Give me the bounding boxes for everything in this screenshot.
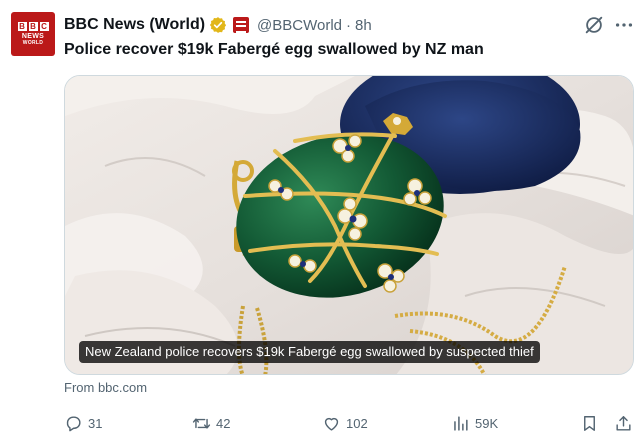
tweet-card[interactable]: B B C NEWS WORLD BBC News (World) @BBCWo…	[0, 0, 643, 444]
avatar[interactable]: B B C NEWS WORLD	[11, 12, 55, 56]
display-name[interactable]: BBC News (World)	[64, 16, 205, 34]
more-icon[interactable]	[613, 14, 635, 36]
media-caption[interactable]: New Zealand police recovers $19k Fabergé…	[79, 341, 540, 363]
logo-world-text: WORLD	[22, 40, 44, 46]
like-button[interactable]: 102	[322, 410, 368, 436]
logo-news-text: NEWS	[21, 33, 45, 40]
repost-count: 42	[216, 415, 231, 431]
logo-letter: C	[39, 22, 49, 31]
repost-icon	[192, 417, 211, 429]
like-count: 102	[346, 415, 368, 431]
logo-letter: B	[28, 22, 38, 31]
logo-letter: B	[17, 22, 27, 31]
bbc-logo-blocks: B B C	[17, 22, 49, 31]
action-bar: 31 42 102 59K	[64, 410, 634, 436]
reply-button[interactable]: 31	[64, 410, 102, 436]
verified-badge-icon[interactable]	[209, 16, 227, 34]
post-header: BBC News (World) @BBCWorld · 8h	[64, 14, 372, 36]
affiliate-badge-icon[interactable]	[233, 17, 250, 33]
bookmark-button[interactable]	[580, 410, 599, 436]
timestamp[interactable]: 8h	[355, 17, 372, 34]
separator-dot: ·	[346, 16, 352, 34]
faberge-egg-photo	[65, 76, 633, 374]
link-source[interactable]: From bbc.com	[64, 380, 147, 395]
like-icon	[324, 417, 339, 431]
reply-icon	[66, 415, 81, 431]
bookmark-icon	[584, 415, 595, 431]
views-icon	[454, 415, 468, 431]
views-button[interactable]: 59K	[451, 410, 498, 436]
grok-icon[interactable]	[583, 14, 605, 36]
reply-count: 31	[88, 415, 103, 431]
post-media-image[interactable]: New Zealand police recovers $19k Fabergé…	[64, 75, 634, 375]
share-icon	[616, 415, 631, 431]
handle[interactable]: @BBCWorld	[257, 17, 342, 34]
share-button[interactable]	[614, 410, 633, 436]
views-count: 59K	[475, 415, 499, 431]
post-text: Police recover $19k Fabergé egg swallowe…	[64, 41, 484, 58]
repost-button[interactable]: 42	[192, 410, 230, 436]
